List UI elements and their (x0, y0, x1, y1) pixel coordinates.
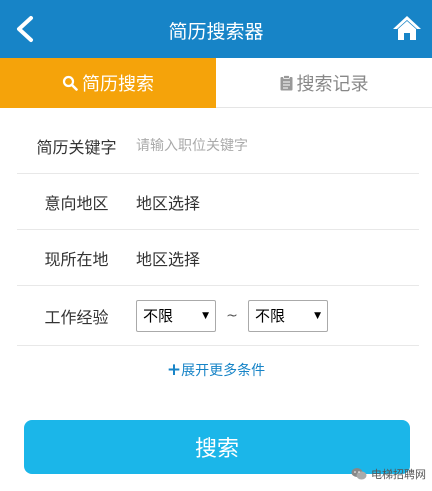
watermark: 电梯招聘网 (351, 466, 426, 482)
intended-area-row: 意向地区 地区选择 (17, 174, 419, 230)
keyword-input[interactable] (136, 137, 386, 154)
page-title: 简历搜索器 (168, 21, 264, 43)
header-bar: 简历搜索器 (0, 0, 432, 58)
tab-resume-search[interactable]: 简历搜索 (0, 58, 216, 108)
expand-more-conditions-link[interactable]: +展开更多条件 (0, 360, 432, 380)
keyword-label: 简历关键字 (36, 137, 117, 157)
tab-label: 搜索记录 (296, 74, 369, 95)
intended-area-picker[interactable]: 地区选择 (136, 190, 200, 214)
intended-area-label: 意向地区 (44, 193, 109, 213)
wechat-icon (351, 467, 367, 481)
current-location-row: 现所在地 地区选择 (17, 230, 419, 286)
tab-label: 简历搜索 (82, 74, 154, 95)
plus-icon: + (166, 360, 182, 380)
home-icon[interactable] (392, 14, 422, 42)
experience-label: 工作经验 (44, 307, 109, 327)
keyword-row: 简历关键字 (17, 118, 419, 174)
tab-bar: 简历搜索 搜索记录 (0, 58, 432, 108)
current-location-label: 现所在地 (44, 249, 109, 269)
dropdown-arrow-icon: ▼ (314, 310, 321, 321)
experience-to-select[interactable]: 不限 ▼ (248, 299, 328, 332)
experience-from-value: 不限 (143, 307, 174, 325)
dropdown-arrow-icon: ▼ (202, 310, 209, 321)
experience-from-select[interactable]: 不限 ▼ (136, 299, 216, 332)
current-location-picker[interactable]: 地区选择 (136, 246, 200, 270)
search-icon (62, 75, 78, 91)
watermark-text: 电梯招聘网 (371, 468, 426, 481)
range-separator: ~ (226, 307, 238, 324)
experience-row: 工作经验 不限 ▼ ~ 不限 ▼ (17, 286, 419, 346)
expand-more-label: 展开更多条件 (181, 363, 266, 379)
experience-to-value: 不限 (255, 307, 286, 325)
tab-search-history[interactable]: 搜索记录 (216, 58, 432, 108)
clipboard-icon (280, 75, 293, 91)
